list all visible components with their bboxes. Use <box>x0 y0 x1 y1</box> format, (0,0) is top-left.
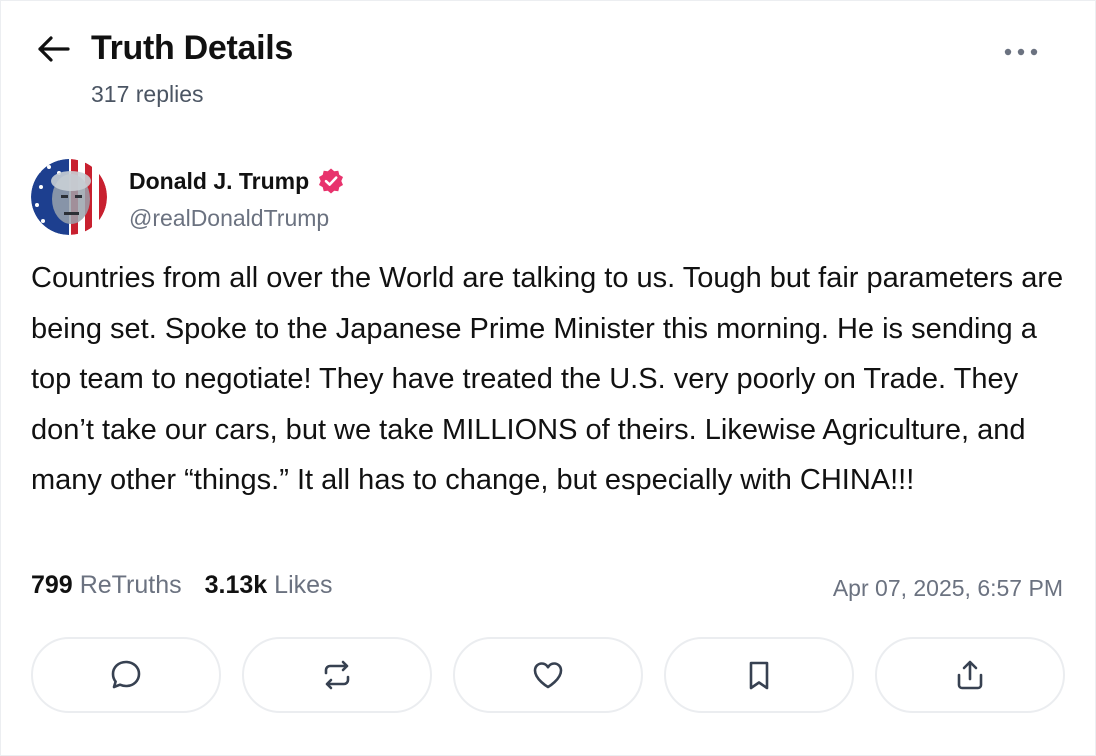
bookmark-icon <box>749 661 769 690</box>
heart-icon <box>533 662 563 689</box>
verified-badge-icon <box>317 167 345 195</box>
likes-stat[interactable]: 3.13k Likes <box>205 571 333 600</box>
author-name-text: Donald J. Trump <box>129 167 310 194</box>
arrow-left-icon <box>38 36 70 62</box>
avatar-image <box>31 159 107 235</box>
retruths-count: 799 <box>31 571 73 599</box>
truth-details-page: Truth Details 317 replies Donald J. Trum… <box>0 0 1096 756</box>
retruths-label: ReTruths <box>79 571 182 599</box>
like-button[interactable] <box>453 637 643 713</box>
post-timestamp: Apr 07, 2025, 6:57 PM <box>832 575 1063 601</box>
likes-label: Likes <box>274 571 333 599</box>
share-button[interactable] <box>875 637 1065 713</box>
more-options-button[interactable] <box>995 37 1047 67</box>
reply-button[interactable] <box>31 637 221 713</box>
likes-count: 3.13k <box>204 571 268 599</box>
author-avatar[interactable] <box>31 159 107 235</box>
page-title: Truth Details <box>91 29 294 67</box>
author-name[interactable]: Donald J. Trump <box>129 167 345 195</box>
reply-count: 317 replies <box>91 81 204 107</box>
comment-icon <box>111 660 141 689</box>
retruths-stat[interactable]: 799 ReTruths <box>31 571 182 600</box>
page-header: Truth Details 317 replies <box>1 1 1095 131</box>
share-icon <box>957 660 983 690</box>
retruth-button[interactable] <box>242 637 432 713</box>
repost-icon <box>324 660 350 690</box>
post-stats: 799 ReTruths 3.13k Likes <box>31 571 333 600</box>
author-handle[interactable]: @realDonaldTrump <box>129 205 329 232</box>
post-text: Countries from all over the World are ta… <box>31 262 1064 496</box>
more-horizontal-icon <box>1004 48 1038 56</box>
bookmark-button[interactable] <box>664 637 854 713</box>
back-button[interactable] <box>31 29 75 69</box>
